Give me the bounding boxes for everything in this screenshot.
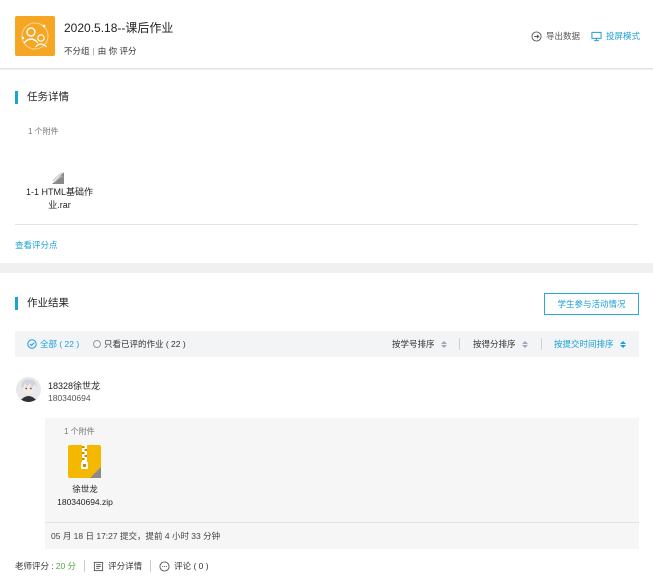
comments-button[interactable]: 评论 ( 0 ) [159,560,209,572]
submission-box: 1 个附件 徐世龙 180340694.zip 05 月 18 日 17:27 … [45,418,639,549]
submission-actions: 老师评分 : 20 分 评分详情 评论 ( 0 ) [15,560,209,572]
task-attachment-link[interactable]: 1-1 HTML基础作 业.rar [12,186,107,212]
grade-details-label: 评分详情 [108,561,143,571]
rar-file-icon[interactable] [50,170,66,186]
file-name-line: 180340694.zip [57,497,113,507]
page-title: 2020.5.18--课后作业 [64,21,174,35]
task-header: 2020.5.18--课后作业 不分组 | 由 你 评分 导出数据 投屏模式 [0,0,653,69]
student-id: 180340694 [48,393,91,403]
divider [15,224,638,225]
grade-details-button[interactable]: 评分详情 [93,560,142,572]
sort-by-id[interactable]: 按学号排序 [392,338,447,350]
group-people-icon [15,16,55,56]
divider [459,338,460,350]
group-mode-text: 不分组 [64,46,90,56]
projection-mode-button[interactable]: 投屏模式 [591,30,640,42]
results-title: 作业结果 [15,297,69,310]
task-details-title: 任务详情 [15,91,69,104]
comments-label: 评论 ( 0 ) [174,561,209,571]
task-details-panel: 任务详情 1 个附件 1-1 HTML基础作 业.rar 查看评分点 [0,70,653,263]
grader-text: 由 你 评分 [97,46,137,56]
submit-time: 05 月 18 日 17:27 提交，提前 4 小时 33 分钟 [51,531,221,541]
view-scoring-points-link[interactable]: 查看评分点 [15,239,58,251]
task-meta: 不分组 | 由 你 评分 [64,46,137,56]
export-data-label: 导出数据 [546,31,581,41]
document-list-icon [93,561,104,571]
sort-arrows-icon [521,340,528,348]
sort-by-submit-time[interactable]: 按提交时间排序 [554,338,626,350]
chat-bubble-icon [159,560,170,572]
results-panel: 作业结果 学生参与活动情况 全部 ( 22 ) 只看已评的作业 ( 22 ) 按… [0,273,653,587]
divider [541,338,542,350]
sort-arrows-icon [440,340,447,348]
attachment-count: 1 个附件 [64,427,95,436]
teacher-score-label: 老师评分 : [15,561,54,571]
attachment-count: 1 个附件 [28,127,59,136]
sort-arrows-icon [619,340,626,348]
student-name: 18328徐世龙 [48,381,101,391]
file-name-line: 1-1 HTML基础作 [25,187,93,197]
divider [84,560,86,572]
filter-all[interactable]: 全部 ( 22 ) [27,338,79,350]
divider [45,522,639,523]
check-circle-icon [27,339,37,349]
avatar[interactable] [16,377,41,402]
export-data-button[interactable]: 导出数据 [531,30,580,42]
radio-icon [93,340,101,348]
filter-all-label: 全部 ( 22 ) [40,339,80,349]
divider [150,560,152,572]
participation-button[interactable]: 学生参与活动情况 [544,293,639,315]
projection-mode-label: 投屏模式 [606,31,641,41]
sort-by-id-label: 按学号排序 [392,339,435,349]
export-arrow-icon [531,30,542,42]
sort-by-score-label: 按得分排序 [473,339,516,349]
sort-by-time-label: 按提交时间排序 [554,339,614,349]
filter-graded-only[interactable]: 只看已评的作业 ( 22 ) [93,338,186,350]
filter-graded-label: 只看已评的作业 ( 22 ) [104,339,186,349]
monitor-icon [591,31,602,41]
file-name-line: 业.rar [48,200,71,210]
zip-file-icon[interactable] [68,445,101,478]
teacher-score-value: 20 分 [55,561,77,571]
file-name-line: 徐世龙 [72,484,98,494]
submission-attachment-link[interactable]: 徐世龙 180340694.zip [45,483,125,509]
sort-by-score[interactable]: 按得分排序 [473,338,528,350]
filter-bar: 全部 ( 22 ) 只看已评的作业 ( 22 ) 按学号排序 按得分排序 按提交… [15,331,639,357]
